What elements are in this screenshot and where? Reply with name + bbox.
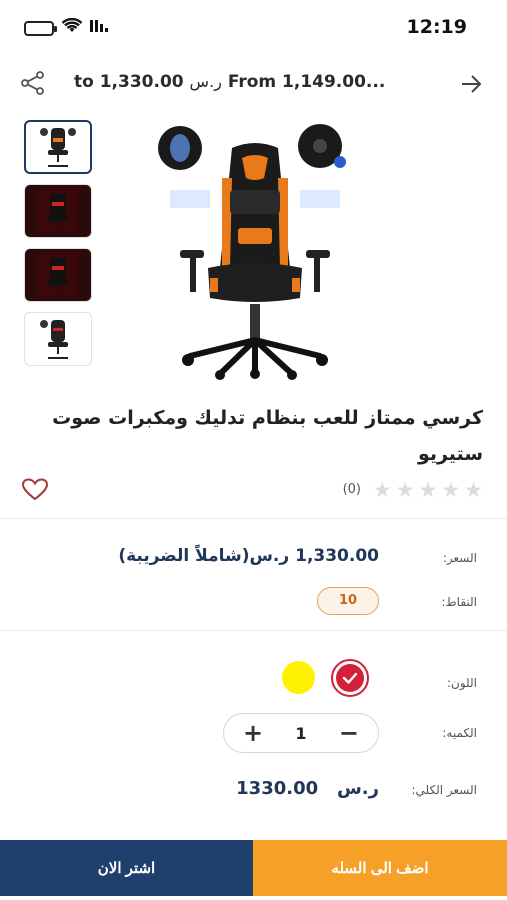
thumbnail-4[interactable] (24, 312, 92, 366)
decrease-quantity-button[interactable]: − (338, 721, 360, 745)
price-currency: ر.س (189, 72, 222, 91)
price-to: to 1,330.00 (74, 72, 184, 92)
rating-row: (0) ★ ★ ★ ★ ★ (0, 478, 507, 504)
buy-now-button[interactable]: اشتر الان (0, 840, 253, 896)
total-currency: ر.س (336, 778, 379, 799)
back-button[interactable] (457, 70, 485, 98)
color-label: اللون: (446, 676, 477, 690)
thumbnail-3[interactable] (24, 248, 92, 302)
total-price: ر.س 1330.00 (236, 778, 379, 799)
divider (0, 630, 507, 631)
total-amount: 1330.00 (236, 778, 319, 799)
status-time: 12:19 (406, 16, 467, 38)
wifi-icon (61, 17, 83, 38)
arrow-right-icon (462, 75, 482, 93)
share-button[interactable] (18, 68, 48, 98)
price-range: to 1,330.00 ر.س From 1,149.00... (74, 72, 385, 92)
price-from: From 1,149.00... (227, 72, 386, 92)
action-bar: اشتر الان اضف الى السله (0, 840, 507, 896)
product-title: كرسي ممتاز للعب بنظام تدليك ومكبرات صوت … (52, 407, 483, 465)
color-swatch-red[interactable] (331, 659, 369, 697)
quantity-stepper: + 1 − (223, 713, 379, 753)
battery-icon (24, 20, 57, 36)
star-icon: ★ (441, 478, 461, 502)
check-icon (342, 672, 358, 684)
points-badge: 10 (317, 587, 379, 615)
star-icon: ★ (464, 478, 483, 502)
star-icon: ★ (372, 478, 392, 502)
signal-icon (90, 18, 112, 38)
wishlist-button[interactable] (21, 478, 49, 502)
review-count[interactable]: (0) (343, 482, 361, 497)
share-icon (21, 71, 44, 95)
add-to-cart-button[interactable]: اضف الى السله (253, 840, 507, 896)
divider (0, 518, 507, 519)
star-icon: ★ (395, 478, 415, 502)
thumbnail-2[interactable] (24, 184, 92, 238)
status-bar: 12:19 (0, 0, 507, 56)
quantity-label: الكميه: (442, 726, 477, 740)
thumbnail-1[interactable] (24, 120, 92, 174)
product-gallery (0, 118, 507, 386)
total-label: السعر الكلي: (411, 783, 477, 797)
price-label: السعر: (442, 551, 477, 565)
points-label: النقاط: (441, 595, 477, 609)
top-bar: to 1,330.00 ر.س From 1,149.00... (0, 60, 507, 110)
color-swatch-yellow[interactable] (282, 661, 315, 694)
product-main-image[interactable] (150, 118, 360, 380)
quantity-value: 1 (295, 723, 307, 743)
rating-stars: ★ ★ ★ ★ ★ (373, 479, 483, 501)
price-value: 1,330.00 ر.س(شاملاً الضريبة) (118, 546, 379, 566)
star-icon: ★ (418, 478, 438, 502)
heart-icon (21, 478, 49, 501)
thumbnail-list (24, 120, 92, 376)
increase-quantity-button[interactable]: + (242, 721, 264, 745)
status-icons (24, 17, 112, 38)
